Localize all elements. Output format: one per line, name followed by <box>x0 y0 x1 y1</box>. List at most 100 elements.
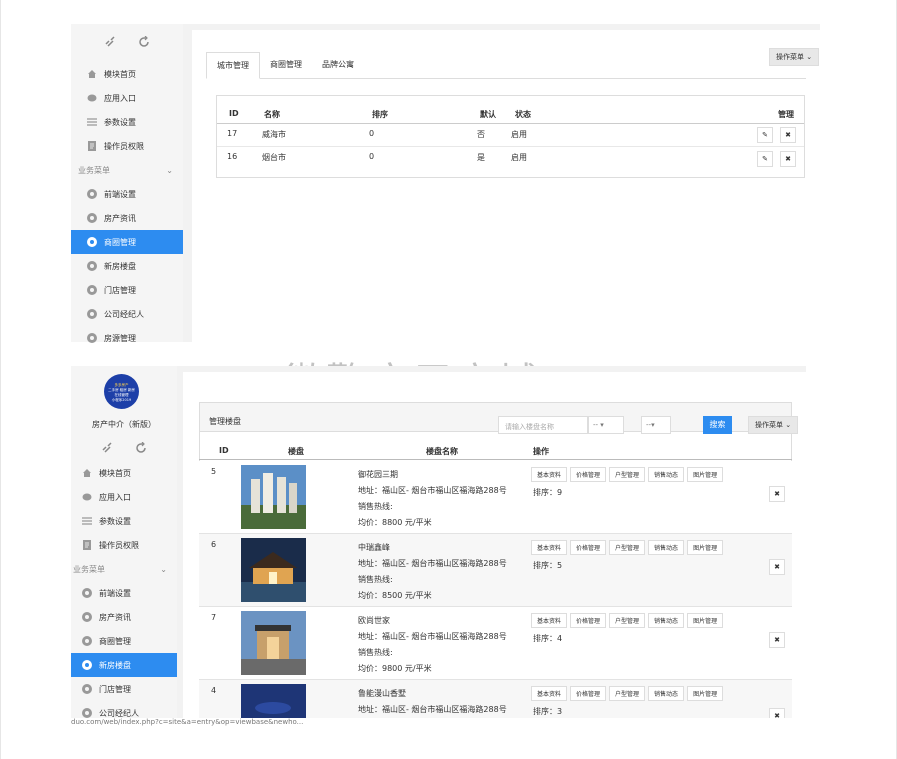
sidebar-item-stores[interactable]: 门店管理 <box>71 677 177 701</box>
building-name[interactable]: 中瑞鑫峰 <box>358 540 507 556</box>
link-icon[interactable] <box>104 36 116 48</box>
edit-button[interactable]: ✎ <box>757 127 773 143</box>
sidebar-item-permissions[interactable]: 操作员权限 <box>71 134 183 158</box>
action-button[interactable]: 价格管理 <box>570 540 607 555</box>
tab-city[interactable]: 城市管理 <box>206 52 260 79</box>
sidebar-item-label: 参数设置 <box>99 516 131 526</box>
action-button[interactable]: 销售动态 <box>648 540 685 555</box>
action-button[interactable]: 图片管理 <box>687 686 724 701</box>
sidebar-item-new-homes[interactable]: 新房楼盘 <box>71 254 183 278</box>
city-table: ID 名称 排序 默认 状态 管理 17 威海市 0 否 启用 ✎ ✖ 16 烟… <box>216 95 805 178</box>
building-name[interactable]: 欧尚世家 <box>358 613 507 629</box>
link-icon[interactable] <box>101 442 113 454</box>
sidebar-item-agents[interactable]: 公司经纪人 <box>71 302 183 326</box>
col-actions: 操作 <box>533 447 549 456</box>
tab-apartment[interactable]: 品牌公寓 <box>312 52 364 78</box>
action-button[interactable]: 销售动态 <box>648 613 685 628</box>
operation-menu-button[interactable]: 操作菜单 ⌄ <box>748 416 799 434</box>
action-button[interactable]: 户型管理 <box>609 613 646 628</box>
sidebar-item-label: 门店管理 <box>104 285 136 295</box>
sidebar-item-new-homes[interactable]: 新房楼盘 <box>71 653 177 677</box>
sidebar-item-label: 新房楼盘 <box>99 660 131 670</box>
listing-row: 4鲁能漫山香墅地址：福山区- 烟台市福山区福海路288号销售热线：4008081… <box>199 680 792 718</box>
action-button[interactable]: 基本资料 <box>531 686 568 701</box>
sidebar-item-label: 前端设置 <box>104 189 136 199</box>
sidebar-item-stores[interactable]: 门店管理 <box>71 278 183 302</box>
refresh-icon[interactable] <box>135 441 147 454</box>
building-address: 地址：福山区- 烟台市福山区福海路288号 <box>358 705 507 714</box>
sidebar-item-label: 商圈管理 <box>104 237 136 247</box>
edit-button[interactable]: ✎ <box>757 151 773 167</box>
sidebar-item-news[interactable]: 房产资讯 <box>71 605 177 629</box>
action-button[interactable]: 价格管理 <box>570 686 607 701</box>
action-button[interactable]: 基本资料 <box>531 467 568 482</box>
sidebar-item-business-district[interactable]: 商圈管理 <box>71 230 183 254</box>
chat-icon <box>82 492 92 502</box>
sidebar-item-label: 房源管理 <box>104 333 136 343</box>
sidebar-item-label: 模块首页 <box>104 69 136 79</box>
building-thumbnail[interactable] <box>241 538 306 602</box>
delete-button[interactable]: ✖ <box>780 127 796 143</box>
action-button[interactable]: 价格管理 <box>570 467 607 482</box>
action-button[interactable]: 销售动态 <box>648 686 685 701</box>
chevron-down-icon: ⌄ <box>160 564 167 574</box>
sidebar-item-settings[interactable]: 参数设置 <box>71 110 183 134</box>
sidebar-group-header[interactable]: 业务菜单 ⌄ <box>71 158 183 182</box>
action-button[interactable]: 销售动态 <box>648 467 685 482</box>
sidebar-item-frontend[interactable]: 前端设置 <box>71 182 183 206</box>
tab-bar: 城市管理 商圈管理 品牌公寓 <box>206 52 806 79</box>
close-icon: ✖ <box>774 636 780 644</box>
action-button[interactable]: 户型管理 <box>609 467 646 482</box>
action-button[interactable]: 基本资料 <box>531 540 568 555</box>
sidebar-item-home[interactable]: 模块首页 <box>71 461 177 485</box>
app-name: 房产中介（新版） <box>92 420 156 429</box>
search-input[interactable]: 请输入楼盘名称 <box>498 416 588 434</box>
delete-button[interactable]: ✖ <box>780 151 796 167</box>
sidebar-item-label: 新房楼盘 <box>104 261 136 271</box>
sidebar-item-settings[interactable]: 参数设置 <box>71 509 177 533</box>
listing-row: 6 中瑞鑫峰 地址：福山区- 烟台市福山区福海路288号 销售热线: 均价：8500 元… <box>199 534 792 607</box>
action-button[interactable]: 图片管理 <box>687 613 724 628</box>
sidebar-item-permissions[interactable]: 操作员权限 <box>71 533 177 557</box>
sidebar-item-listings[interactable]: 房源管理 <box>71 326 183 350</box>
select-filter-2[interactable]: --▾ <box>641 416 671 434</box>
search-button[interactable]: 搜索 <box>703 416 732 434</box>
delete-button[interactable]: ✖ <box>769 708 785 718</box>
action-button[interactable]: 价格管理 <box>570 613 607 628</box>
sidebar-item-entry[interactable]: 应用入口 <box>71 485 177 509</box>
doc-icon <box>87 141 97 151</box>
table-row: 16 烟台市 0 是 启用 ✎ ✖ <box>217 147 804 172</box>
select-filter-1[interactable]: -- ▾ <box>588 416 624 434</box>
row-sort: 0 <box>369 129 375 138</box>
sidebar-item-frontend[interactable]: 前端设置 <box>71 581 177 605</box>
close-icon: ✖ <box>785 131 791 139</box>
sidebar-item-business-district[interactable]: 商圈管理 <box>71 629 177 653</box>
action-button[interactable]: 图片管理 <box>687 467 724 482</box>
delete-button[interactable]: ✖ <box>769 486 785 502</box>
pencil-icon: ✎ <box>762 131 768 139</box>
building-thumbnail[interactable] <box>241 684 306 718</box>
action-button[interactable]: 图片管理 <box>687 540 724 555</box>
operation-menu-button[interactable]: 操作菜单 ⌄ <box>769 48 820 66</box>
building-thumbnail[interactable] <box>241 611 306 675</box>
top-sidebar-tools <box>71 24 183 62</box>
delete-button[interactable]: ✖ <box>769 632 785 648</box>
delete-button[interactable]: ✖ <box>769 559 785 575</box>
sidebar-item-label: 商圈管理 <box>99 636 131 646</box>
building-name[interactable]: 御花园三期 <box>358 467 507 483</box>
sidebar-group-header[interactable]: 业务菜单 ⌄ <box>71 557 177 581</box>
sidebar-item-news[interactable]: 房产资讯 <box>71 206 183 230</box>
sidebar-item-entry[interactable]: 应用入口 <box>71 86 183 110</box>
tab-district[interactable]: 商圈管理 <box>260 52 312 78</box>
building-name[interactable]: 鲁能漫山香墅 <box>358 686 507 702</box>
listing-rows: 5 御花园三期 地址：福山区- 烟台市福山区福海路288号 销售热线: 均价：8800 … <box>199 461 792 718</box>
action-button[interactable]: 户型管理 <box>609 540 646 555</box>
sidebar-item-home[interactable]: 模块首页 <box>71 62 183 86</box>
action-button[interactable]: 户型管理 <box>609 686 646 701</box>
col-default: 默认 <box>480 110 496 119</box>
building-thumbnail[interactable] <box>241 465 306 529</box>
sidebar-item-label: 操作员权限 <box>99 540 139 550</box>
sidebar-item-label: 门店管理 <box>99 684 131 694</box>
refresh-icon[interactable] <box>138 35 150 48</box>
action-button[interactable]: 基本资料 <box>531 613 568 628</box>
